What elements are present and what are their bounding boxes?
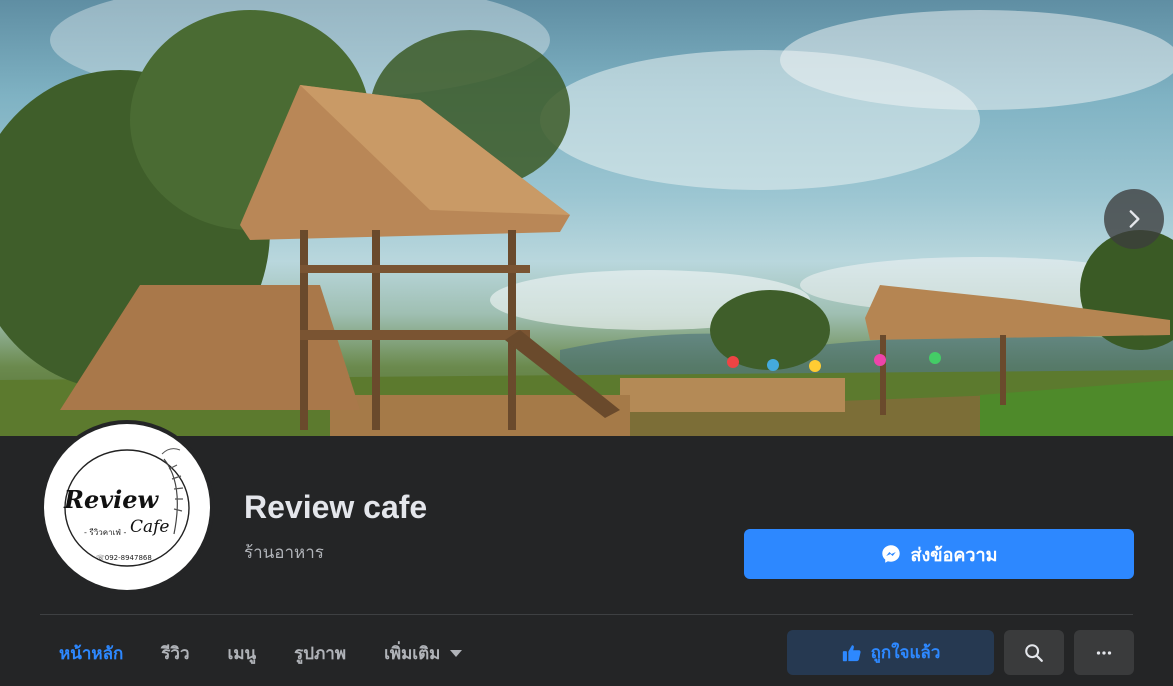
tab-reviews[interactable]: รีวิว bbox=[142, 628, 208, 678]
cafe-logo: Review Cafe - รีวิวคาเฟ่ - ☏092-8947868 bbox=[44, 424, 210, 590]
more-options-button[interactable] bbox=[1074, 630, 1134, 675]
tab-photos-label: รูปภาพ bbox=[294, 643, 347, 664]
svg-text:☏092-8947868: ☏092-8947868 bbox=[96, 554, 152, 562]
next-photo-button[interactable] bbox=[1104, 189, 1164, 249]
tab-menu-label: เมนู bbox=[227, 643, 257, 664]
svg-text:Cafe: Cafe bbox=[130, 517, 170, 537]
profile-picture[interactable]: Review Cafe - รีวิวคาเฟ่ - ☏092-8947868 bbox=[40, 420, 214, 594]
tab-home[interactable]: หน้าหลัก bbox=[40, 628, 142, 678]
tab-menu[interactable]: เมนู bbox=[209, 628, 276, 678]
liked-button[interactable]: ถูกใจแล้ว bbox=[787, 630, 994, 675]
send-message-label: ส่งข้อความ bbox=[910, 544, 998, 566]
cover-photo[interactable] bbox=[0, 0, 1173, 436]
liked-label: ถูกใจแล้ว bbox=[870, 643, 941, 663]
search-icon bbox=[1025, 643, 1043, 662]
tab-more-label: เพิ่มเติม bbox=[384, 643, 441, 664]
chevron-right-icon bbox=[1129, 210, 1140, 228]
messenger-icon bbox=[882, 545, 901, 563]
review-cafe-logo-image: Review Cafe - รีวิวคาเฟ่ - ☏092-8947868 bbox=[63, 448, 190, 567]
svg-text:- รีวิวคาเฟ่ -: - รีวิวคาเฟ่ - bbox=[84, 528, 126, 537]
tab-more[interactable]: เพิ่มเติม bbox=[365, 628, 481, 678]
cover-photo-image bbox=[0, 0, 1173, 436]
page-tabs: หน้าหลัก รีวิว เมนู รูปภาพ เพิ่มเติม bbox=[40, 628, 481, 678]
page-category[interactable]: ร้านอาหาร bbox=[244, 539, 324, 566]
page-title: Review cafe bbox=[244, 489, 428, 525]
search-button[interactable] bbox=[1004, 630, 1064, 675]
svg-text:Review: Review bbox=[63, 485, 160, 514]
send-message-button[interactable]: ส่งข้อความ bbox=[744, 529, 1134, 579]
more-horizontal-icon bbox=[1096, 650, 1112, 655]
tab-home-label: หน้าหลัก bbox=[59, 643, 124, 664]
tab-photos[interactable]: รูปภาพ bbox=[275, 628, 365, 678]
tab-reviews-label: รีวิว bbox=[161, 643, 190, 664]
caret-down-icon bbox=[450, 649, 463, 657]
divider bbox=[40, 614, 1133, 615]
thumbs-up-icon bbox=[842, 644, 861, 661]
